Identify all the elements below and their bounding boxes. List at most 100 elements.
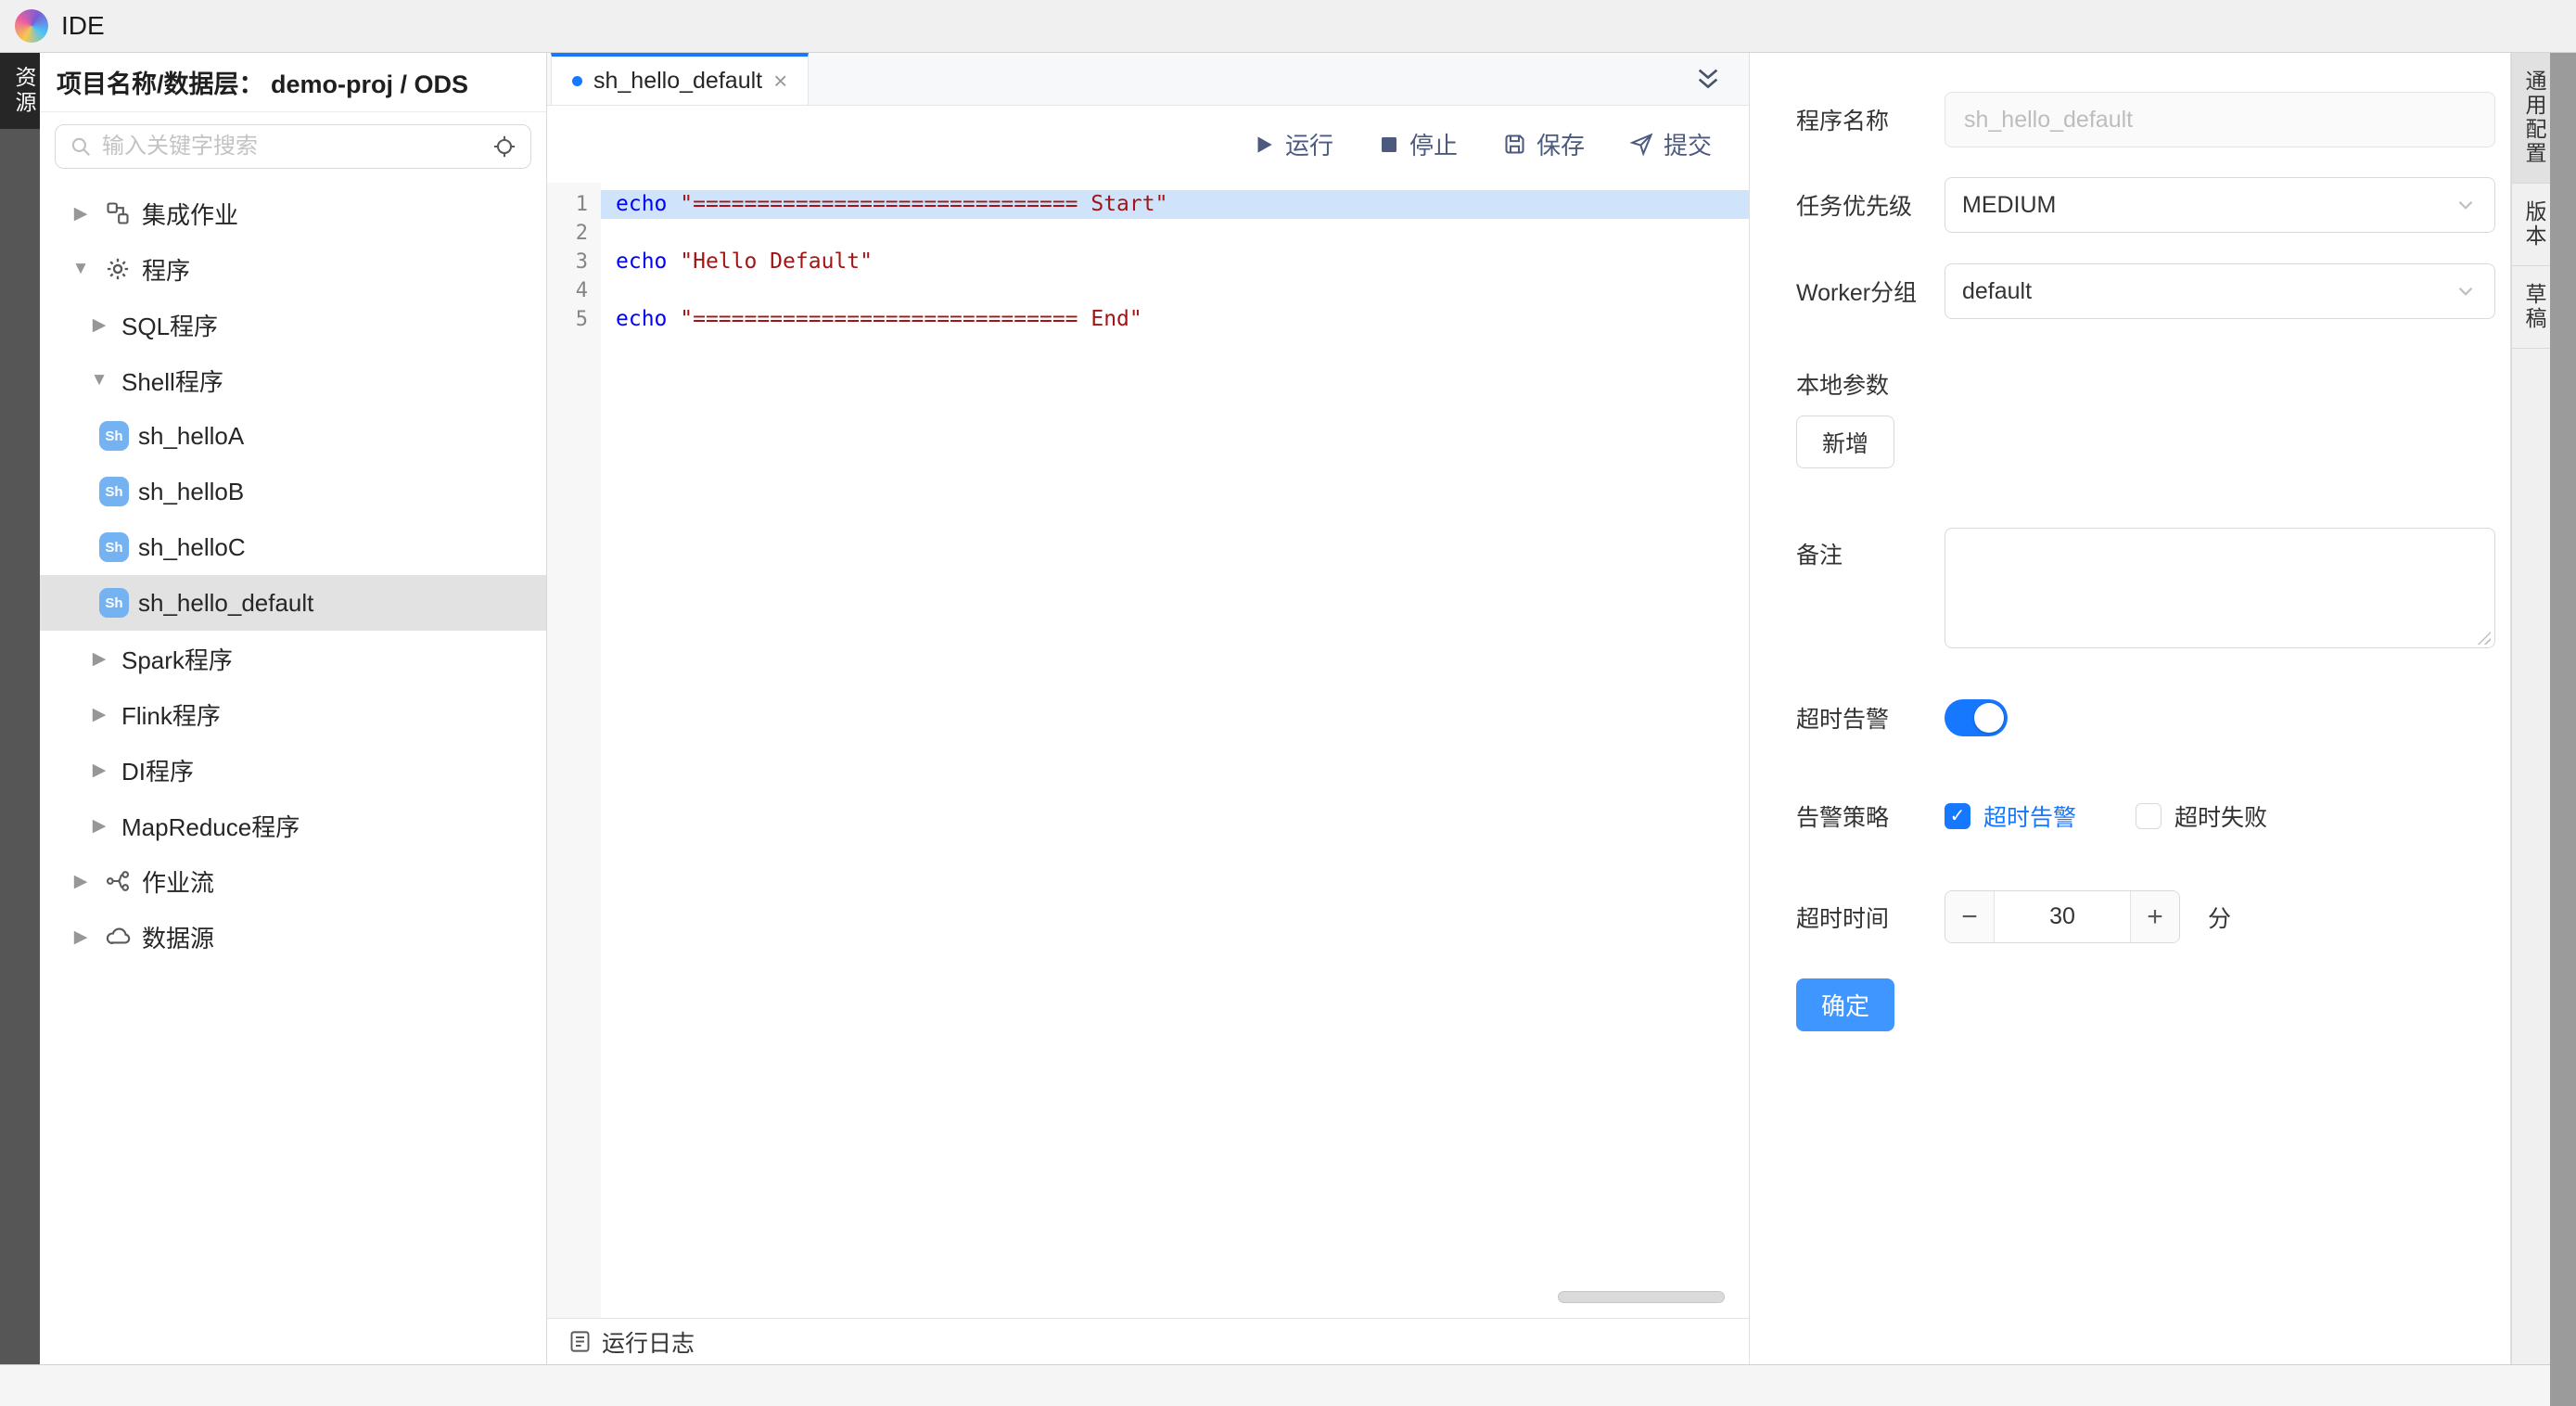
cloud-icon xyxy=(103,922,133,952)
log-icon xyxy=(567,1329,593,1354)
unsaved-dot-icon xyxy=(572,76,582,86)
left-rail: 资源 xyxy=(0,53,40,1364)
confirm-button[interactable]: 确定 xyxy=(1796,978,1894,1031)
caret-down-icon[interactable] xyxy=(68,259,94,279)
resources-rail-tab[interactable]: 资源 xyxy=(0,53,40,129)
editor-column: sh_hello_default × 运行 停止 保存 xyxy=(547,53,1750,1364)
sidebar: 项目名称/数据层： demo-proj / ODS 集成作业 程序 xyxy=(40,53,547,1364)
caret-right-icon[interactable] xyxy=(86,815,112,837)
caret-right-icon[interactable] xyxy=(68,871,94,892)
shell-badge-icon: Sh xyxy=(99,421,129,451)
submit-label: 提交 xyxy=(1664,127,1712,161)
timeout-alarm-toggle[interactable] xyxy=(1945,699,2008,736)
strategy-timeout-alarm[interactable]: 超时告警 xyxy=(1945,799,2076,833)
stepper-plus-button[interactable]: + xyxy=(2130,891,2179,942)
strategy-option-label: 超时失败 xyxy=(2174,799,2267,833)
tab-drafts[interactable]: 草稿 xyxy=(2512,266,2550,349)
timeout-value[interactable]: 30 xyxy=(1995,891,2130,942)
tree-item-label: Spark程序 xyxy=(121,642,233,676)
editor-toolbar: 运行 停止 保存 提交 xyxy=(547,106,1749,183)
tree-item[interactable]: Sh sh_helloA xyxy=(40,408,546,464)
resize-handle-icon[interactable] xyxy=(2476,630,2491,645)
play-icon xyxy=(1252,133,1276,157)
close-icon[interactable]: × xyxy=(773,69,787,93)
code-editor[interactable]: 1 echo "============================== S… xyxy=(547,183,1749,1318)
caret-right-icon[interactable] xyxy=(68,203,94,224)
page-scrollbar[interactable] xyxy=(2550,53,2576,1406)
worker-group-select[interactable]: default xyxy=(1945,263,2495,319)
tree-item[interactable]: 集成作业 xyxy=(40,185,546,241)
tree-item-label: 数据源 xyxy=(142,920,214,954)
tree-item[interactable]: Sh sh_helloB xyxy=(40,464,546,519)
app-title: IDE xyxy=(61,11,105,41)
timeout-stepper: − 30 + xyxy=(1945,890,2180,943)
tree-item[interactable]: Spark程序 xyxy=(40,631,546,686)
search-icon xyxy=(69,134,93,159)
tab-versions[interactable]: 版本 xyxy=(2512,184,2550,266)
tree-item-label: sh_helloB xyxy=(138,478,244,506)
caret-right-icon[interactable] xyxy=(86,314,112,336)
stop-button[interactable]: 停止 xyxy=(1378,127,1458,161)
editor-tab[interactable]: sh_hello_default × xyxy=(551,53,809,105)
tree-item[interactable]: 作业流 xyxy=(40,853,546,909)
shell-badge-icon: Sh xyxy=(99,477,129,506)
tree-item-label: Shell程序 xyxy=(121,364,223,398)
stepper-minus-button[interactable]: − xyxy=(1945,891,1995,942)
run-log-label: 运行日志 xyxy=(602,1325,695,1359)
tree-item[interactable]: SQL程序 xyxy=(40,297,546,352)
strategy-timeout-fail[interactable]: 超时失败 xyxy=(2136,799,2267,833)
timeout-alarm-label: 超时告警 xyxy=(1796,701,1945,735)
run-log-bar[interactable]: 运行日志 xyxy=(547,1318,1749,1364)
tree-item[interactable]: MapReduce程序 xyxy=(40,798,546,853)
priority-select[interactable]: MEDIUM xyxy=(1945,177,2495,233)
priority-label: 任务优先级 xyxy=(1796,188,1945,222)
tree-item-label: MapReduce程序 xyxy=(121,809,300,843)
submit-button[interactable]: 提交 xyxy=(1629,127,1712,161)
tree-item[interactable]: 程序 xyxy=(40,241,546,297)
remark-textarea[interactable] xyxy=(1945,528,2495,648)
save-label: 保存 xyxy=(1537,127,1585,161)
tree-item[interactable]: Flink程序 xyxy=(40,686,546,742)
add-param-button[interactable]: 新增 xyxy=(1796,415,1894,468)
caret-right-icon[interactable] xyxy=(86,760,112,781)
code-text: echo "============================== End… xyxy=(601,305,1749,334)
paper-plane-icon xyxy=(1629,132,1654,157)
caret-right-icon[interactable] xyxy=(68,927,94,948)
checkbox-checked-icon[interactable] xyxy=(1945,803,1970,829)
tree-item[interactable]: Shell程序 xyxy=(40,352,546,408)
tree-item-label: 集成作业 xyxy=(142,197,238,231)
editor-tab-bar: sh_hello_default × xyxy=(547,53,1749,106)
search-box[interactable] xyxy=(55,124,531,169)
tree-item[interactable]: Sh sh_helloC xyxy=(40,519,546,575)
alarm-strategy-label: 告警策略 xyxy=(1796,799,1945,833)
save-icon xyxy=(1502,132,1527,157)
code-line: 1 echo "============================== S… xyxy=(547,190,1749,219)
run-button[interactable]: 运行 xyxy=(1252,127,1333,161)
horizontal-scrollbar[interactable] xyxy=(1558,1291,1725,1303)
checkbox-unchecked-icon[interactable] xyxy=(2136,803,2162,829)
caret-down-icon[interactable] xyxy=(86,370,112,390)
resource-tree: 集成作业 程序 SQL程序 Shell程序 Sh sh_helloA xyxy=(40,178,546,1364)
tree-item[interactable]: 数据源 xyxy=(40,909,546,965)
priority-value: MEDIUM xyxy=(1962,192,2056,219)
search-input[interactable] xyxy=(102,134,482,160)
tab-general-config[interactable]: 通用配置 xyxy=(2512,53,2550,184)
caret-right-icon[interactable] xyxy=(86,704,112,725)
tree-item[interactable]: DI程序 xyxy=(40,742,546,798)
tree-item-label: 程序 xyxy=(142,252,190,287)
name-input[interactable] xyxy=(1945,92,2495,147)
tree-item-label: 作业流 xyxy=(142,864,214,899)
locate-icon[interactable] xyxy=(491,134,517,160)
workflow-icon xyxy=(103,866,133,896)
line-number: 4 xyxy=(547,276,601,305)
code-line: 4 xyxy=(547,276,1749,305)
shell-badge-icon: Sh xyxy=(99,532,129,562)
chevron-down-icon xyxy=(2454,193,2478,217)
caret-right-icon[interactable] xyxy=(86,648,112,670)
tree-item-label: sh_hello_default xyxy=(138,589,313,618)
tree-item-label: sh_helloC xyxy=(138,533,246,562)
code-text-selected: echo "============================== Sta… xyxy=(601,190,1749,219)
tree-item-selected[interactable]: Sh sh_hello_default xyxy=(40,575,546,631)
save-button[interactable]: 保存 xyxy=(1502,127,1585,161)
double-chevron-down-icon[interactable] xyxy=(1693,64,1723,94)
